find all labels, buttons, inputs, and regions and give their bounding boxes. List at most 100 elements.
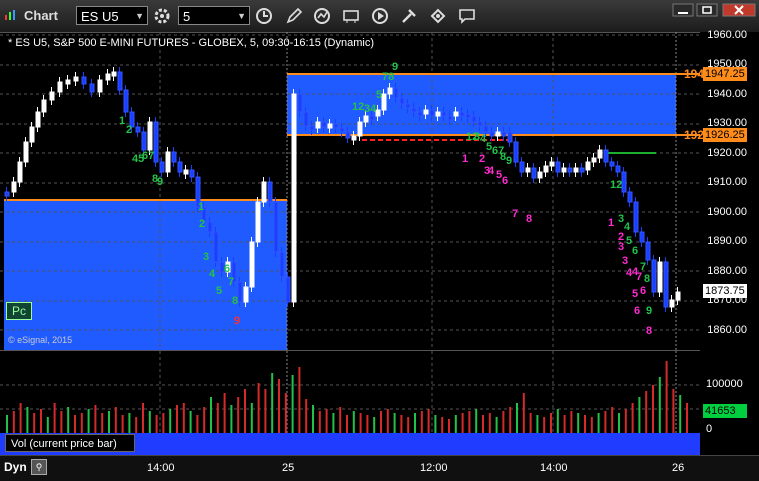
pencil-icon[interactable] [284, 6, 304, 26]
candle [183, 169, 189, 175]
volume-tick: 0 [706, 423, 713, 435]
link-icon[interactable] [428, 6, 448, 26]
volume-bar [244, 389, 246, 433]
volume-bar [590, 417, 593, 433]
close-icon[interactable] [722, 3, 756, 17]
candle [267, 181, 273, 203]
volume-bar [584, 415, 586, 433]
volume-bar [441, 417, 444, 433]
candle [657, 261, 663, 293]
volume-bar [6, 415, 8, 433]
symbol-value: ES U5 [81, 9, 119, 24]
setup-count-label: 2 [199, 218, 205, 230]
candle [435, 111, 441, 117]
band-left [4, 200, 287, 350]
volume-bar [250, 403, 253, 433]
candle [615, 165, 621, 173]
volume-bar [53, 403, 56, 433]
volume-bar [434, 415, 437, 433]
volume-bar [502, 411, 505, 433]
volume-bar [128, 413, 131, 433]
candle [41, 99, 47, 113]
volume-bar [509, 407, 512, 433]
volume-bar [278, 379, 280, 433]
time-tick: 14:00 [540, 462, 568, 474]
setup-count-label: 7 [636, 271, 642, 283]
volume-current-badge: 41653 [703, 404, 747, 418]
volume-bar [12, 411, 15, 433]
candle [513, 141, 519, 163]
candle [207, 221, 213, 233]
refresh-icon[interactable] [312, 6, 332, 26]
volume-bar [87, 409, 90, 433]
interval-input[interactable]: 5 ▼ [178, 6, 250, 25]
time-axis[interactable]: Dyn ⚲ 14:00 25 12:00 14:00 26 [0, 455, 759, 481]
volume-bar [652, 385, 654, 433]
volume-bar [536, 415, 539, 433]
candle [213, 231, 219, 263]
candle [441, 111, 447, 117]
settings-icon[interactable] [152, 6, 172, 26]
maximize-icon[interactable] [696, 3, 718, 17]
candle [519, 161, 525, 173]
volume-bar [529, 413, 532, 433]
time-tick: 25 [282, 462, 295, 474]
volume-bar [611, 407, 614, 433]
candle [11, 181, 17, 193]
setup-count-label: 4 [209, 268, 216, 280]
volume-bar [312, 405, 314, 433]
candle [159, 161, 165, 173]
setup-count-label: 6 [634, 305, 640, 317]
volume-bar [74, 415, 76, 433]
volume-bar [230, 405, 233, 433]
candle [279, 251, 285, 278]
volume-bar [618, 413, 620, 433]
setup-count-label: 34 [364, 103, 377, 115]
chevron-down-icon[interactable]: ▼ [237, 7, 246, 26]
setup-count-label: 3 [622, 255, 628, 267]
setup-count-label: 1 [198, 201, 204, 213]
candle [297, 93, 303, 113]
volume-bar [495, 417, 498, 433]
candle [405, 103, 411, 109]
candle [117, 71, 123, 91]
play-icon[interactable] [370, 6, 390, 26]
candle [585, 161, 591, 171]
comment-icon[interactable] [457, 6, 477, 26]
volume-bar [176, 405, 178, 433]
dyn-mode[interactable]: Dyn [4, 460, 27, 474]
volume-bar [563, 415, 566, 433]
window-title: Chart [24, 8, 58, 23]
price-chart[interactable]: 1245678912345678912 345789123 45 678 91 234 5 6… [0, 32, 700, 350]
volume-bar [665, 361, 668, 433]
volume-bar [196, 415, 199, 433]
candle [327, 123, 333, 129]
volume-bar [94, 405, 97, 433]
candle [339, 127, 345, 133]
minimize-icon[interactable] [672, 3, 694, 17]
volume-bar [624, 409, 627, 433]
clock-icon[interactable] [254, 6, 274, 26]
candle [609, 161, 615, 167]
zoom-icon[interactable]: ⚲ [31, 459, 47, 475]
pc-badge[interactable]: Pc [6, 302, 32, 320]
volume-bar [577, 413, 580, 433]
chevron-down-icon[interactable]: ▼ [135, 7, 144, 26]
volume-bar [400, 415, 403, 433]
volume-label[interactable]: Vol (current price bar) [5, 434, 135, 452]
price-tick: 1910.00 [707, 176, 747, 188]
volume-bar [645, 391, 648, 433]
symbol-input[interactable]: ES U5 ▼ [76, 6, 148, 25]
candle [49, 91, 55, 101]
candle [303, 111, 309, 127]
candle [525, 167, 531, 173]
candle [81, 76, 87, 85]
candle [369, 115, 375, 121]
candle [399, 97, 405, 105]
candle [495, 131, 501, 137]
tools-icon[interactable] [399, 6, 419, 26]
volume-bar [468, 411, 471, 433]
setup-count-label: 4 [624, 221, 631, 233]
volume-bar [203, 407, 206, 433]
data-icon[interactable] [341, 6, 361, 26]
